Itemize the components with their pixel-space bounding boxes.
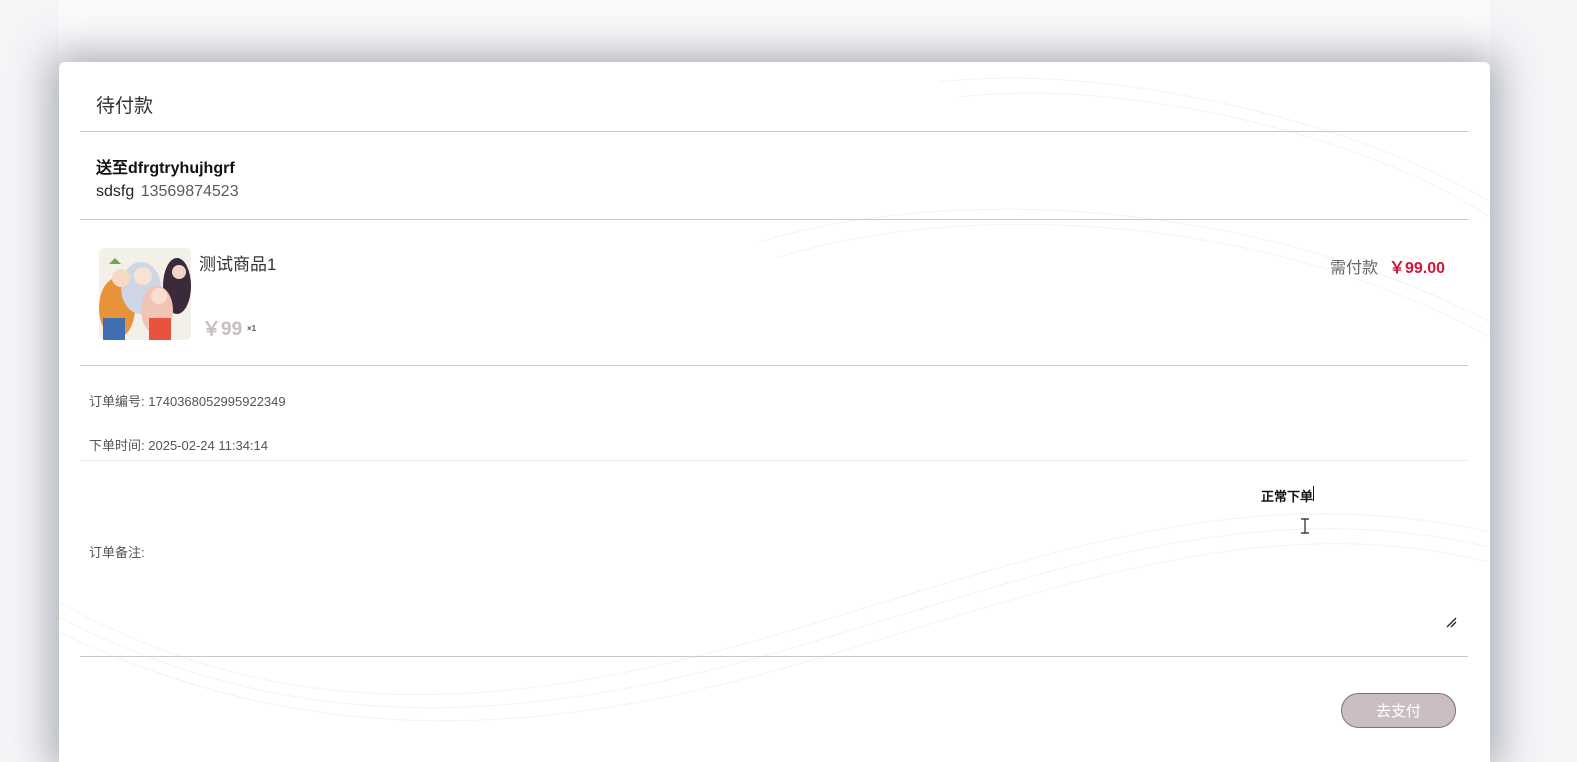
divider [80,365,1468,366]
divider [80,219,1468,220]
order-remark-value[interactable]: 正常下单 [1261,486,1313,505]
product-thumbnail[interactable] [99,248,191,340]
order-number-value: 1740368052995922349 [148,394,286,409]
order-time-row: 下单时间: 2025-02-24 11:34:14 [89,435,268,454]
product-quantity: ×1 [247,324,257,333]
text-cursor-icon [1301,518,1309,534]
ship-to-address: 送至dfrgtryhujhgrf [96,160,235,177]
product-price: ￥99 [202,319,243,340]
order-time-value: 2025-02-24 11:34:14 [148,438,268,453]
order-remark-textarea[interactable] [80,461,1468,632]
order-number-label: 订单编号: [89,394,145,409]
text-caret [1313,486,1314,501]
product-name[interactable]: 测试商品1 [199,250,276,275]
recipient-phone: 13569874523 [140,183,239,200]
amount-due-label: 需付款 [1330,260,1379,277]
order-number-row: 订单编号: 1740368052995922349 [89,391,286,410]
order-payment-modal: 待付款 送至dfrgtryhujhgrf sdsfg 13569874523 测… [59,62,1490,762]
order-time-label: 下单时间: [89,438,145,453]
recipient-contact: sdsfg 13569874523 [96,183,239,201]
divider [80,656,1468,657]
resize-grip-icon[interactable] [1445,616,1457,628]
recipient-name: sdsfg [96,183,135,200]
amount-due-value: ￥99.00 [1389,260,1446,277]
divider [80,131,1468,132]
background-swirl-decoration [59,77,1490,722]
pay-button[interactable]: 去支付 [1341,693,1456,728]
modal-title: 待付款 [96,96,154,117]
